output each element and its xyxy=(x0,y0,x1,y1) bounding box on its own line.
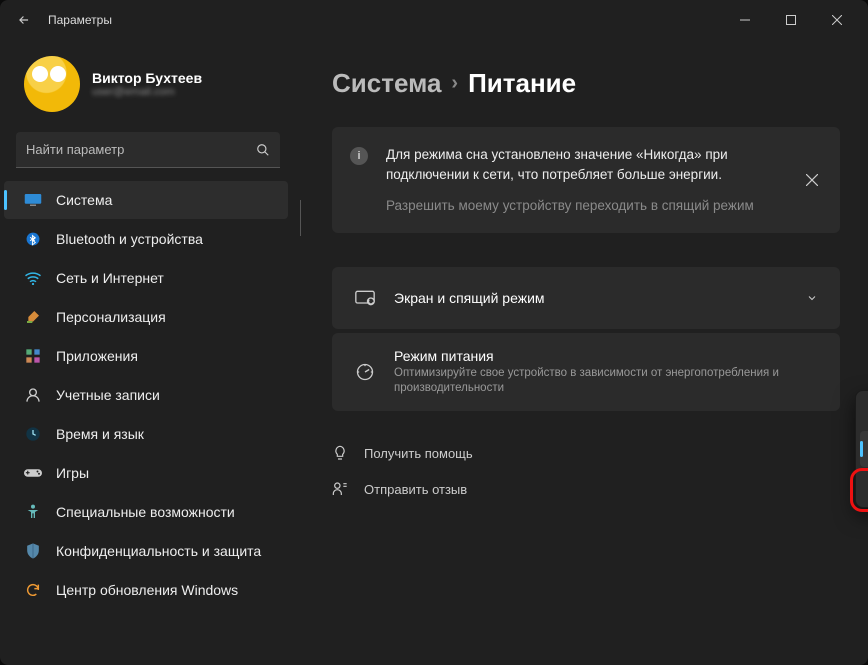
window-title: Параметры xyxy=(48,13,112,27)
sidebar-item-label: Центр обновления Windows xyxy=(56,582,238,598)
sidebar: Виктор Бухтеев user@email.com Система Blu… xyxy=(0,40,300,665)
sidebar-item-label: Bluetooth и устройства xyxy=(56,231,203,247)
power-mode-card[interactable]: Режим питания Оптимизируйте свое устройс… xyxy=(332,333,840,411)
breadcrumb: Система › Питание xyxy=(332,68,840,99)
maximize-button[interactable] xyxy=(768,4,814,36)
card-title: Экран и спящий режим xyxy=(394,290,788,306)
dropdown-option[interactable]: Сбалансированный xyxy=(860,431,868,467)
feedback-link[interactable]: Отправить отзыв xyxy=(332,471,467,507)
clock-icon xyxy=(24,425,42,443)
banner-text: Для режима сна установлено значение «Ник… xyxy=(386,145,792,184)
close-button[interactable] xyxy=(814,4,860,36)
sidebar-item-apps[interactable]: Приложения xyxy=(4,337,288,375)
titlebar: Параметры xyxy=(0,0,868,40)
settings-window: Параметры Виктор Бухтеев user@email.com … xyxy=(0,0,868,665)
chevron-down-icon xyxy=(806,292,818,304)
sidebar-item-label: Сеть и Интернет xyxy=(56,270,164,286)
wifi-icon xyxy=(24,269,42,287)
card-title: Режим питания xyxy=(394,348,818,364)
power-mode-dropdown[interactable]: Макс. эффективность энергопотребленияСба… xyxy=(855,390,868,508)
person-icon xyxy=(24,386,42,404)
sidebar-item-brush[interactable]: Персонализация xyxy=(4,298,288,336)
info-banner: i Для режима сна установлено значение «Н… xyxy=(332,127,840,233)
screen-sleep-card[interactable]: Экран и спящий режим xyxy=(332,267,840,329)
sidebar-separator xyxy=(300,200,301,236)
sidebar-item-label: Учетные записи xyxy=(56,387,160,403)
avatar xyxy=(24,56,80,112)
back-button[interactable] xyxy=(8,4,40,36)
brush-icon xyxy=(24,308,42,326)
profile-name: Виктор Бухтеев xyxy=(92,70,202,86)
search-icon xyxy=(256,143,270,157)
shield-icon xyxy=(24,542,42,560)
minimize-button[interactable] xyxy=(722,4,768,36)
profile[interactable]: Виктор Бухтеев user@email.com xyxy=(0,40,296,132)
help-icon xyxy=(332,445,350,461)
sidebar-item-label: Игры xyxy=(56,465,89,481)
dropdown-option[interactable]: Макс. производительность xyxy=(860,467,868,503)
sidebar-item-label: Конфиденциальность и защита xyxy=(56,543,261,559)
help-link[interactable]: Получить помощь xyxy=(332,435,473,471)
breadcrumb-root[interactable]: Система xyxy=(332,68,441,99)
update-icon xyxy=(24,581,42,599)
sidebar-item-game[interactable]: Игры xyxy=(4,454,288,492)
sidebar-item-label: Персонализация xyxy=(56,309,166,325)
sidebar-item-label: Система xyxy=(56,192,112,208)
footer-links: Получить помощь Отправить отзыв xyxy=(332,435,840,507)
search-box[interactable] xyxy=(16,132,280,168)
banner-close-button[interactable] xyxy=(798,166,826,194)
sidebar-item-update[interactable]: Центр обновления Windows xyxy=(4,571,288,609)
nav: Система Bluetooth и устройства Сеть и Инте… xyxy=(0,180,296,665)
sidebar-item-label: Специальные возможности xyxy=(56,504,235,520)
chevron-right-icon: › xyxy=(451,72,458,95)
sidebar-item-wifi[interactable]: Сеть и Интернет xyxy=(4,259,288,297)
sidebar-item-person[interactable]: Учетные записи xyxy=(4,376,288,414)
feedback-icon xyxy=(332,481,350,497)
sidebar-item-shield[interactable]: Конфиденциальность и защита xyxy=(4,532,288,570)
sidebar-item-accessibility[interactable]: Специальные возможности xyxy=(4,493,288,531)
content: Система › Питание i Для режима сна устан… xyxy=(300,40,868,665)
sidebar-item-clock[interactable]: Время и язык xyxy=(4,415,288,453)
banner-link[interactable]: Разрешить моему устройству переходить в … xyxy=(386,198,754,213)
sidebar-item-label: Время и язык xyxy=(56,426,144,442)
monitor-icon xyxy=(24,191,42,209)
screen-icon xyxy=(354,290,376,306)
card-subtitle: Оптимизируйте свое устройство в зависимо… xyxy=(394,366,818,396)
page-title: Питание xyxy=(468,68,576,99)
sidebar-item-label: Приложения xyxy=(56,348,138,364)
apps-icon xyxy=(24,347,42,365)
bluetooth-icon xyxy=(24,230,42,248)
profile-email: user@email.com xyxy=(92,86,202,98)
info-icon: i xyxy=(350,147,368,165)
sidebar-item-bluetooth[interactable]: Bluetooth и устройства xyxy=(4,220,288,258)
game-icon xyxy=(24,464,42,482)
accessibility-icon xyxy=(24,503,42,521)
search-input[interactable] xyxy=(26,142,256,157)
dropdown-option[interactable]: Макс. эффективность энергопотребления xyxy=(860,395,868,431)
sidebar-item-monitor[interactable]: Система xyxy=(4,181,288,219)
power-mode-icon xyxy=(354,362,376,382)
